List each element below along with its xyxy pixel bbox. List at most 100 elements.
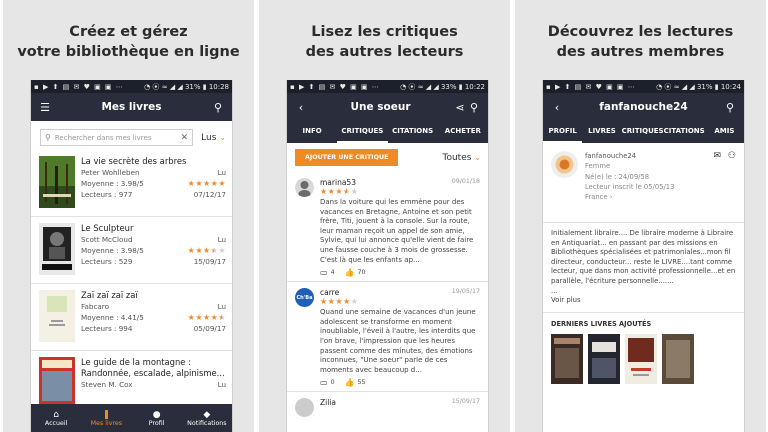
clear-icon[interactable]: ✕ (181, 133, 189, 143)
avatar (295, 178, 314, 197)
book-status: Lu (217, 168, 226, 177)
status-bar: ▪ ▶ ⬆ ▤ ✉ ♥ ▣ ▣ ⋯ ◔ ⦿ ≈ ◢ ◢ 33% ▮ 10:22 (287, 80, 488, 93)
share-icon[interactable]: ⋖ (453, 101, 467, 114)
page-title: Une soeur (350, 101, 411, 113)
chevron-down-icon: ⌄ (474, 152, 481, 162)
search-icon[interactable]: ⚲ (211, 101, 225, 114)
profile-info: fanfanouche24 Femme Né(e) le : 24/09/58 … (585, 151, 714, 216)
screenshot-panel-members: Découvrez les lectures des autres membre… (515, 0, 766, 432)
profile-gender: Femme (585, 162, 611, 171)
book-readers: Lecteurs : 529 (81, 257, 133, 266)
book-date: 15/09/17 (193, 257, 226, 266)
book-info: La vie secrète des arbres Peter Wohllebe… (81, 156, 226, 211)
list-item[interactable]: Zaï zaï zaï zaï Fabcaro Lu Moyenne : 4.41… (31, 284, 232, 351)
app-bar: ‹ fanfanouche24 ⚲ (543, 93, 744, 121)
book-status: Lu (217, 302, 226, 311)
book-cover (39, 357, 75, 409)
app-bar: ☰ Mes livres ⚲ (31, 93, 232, 121)
tab-citations[interactable]: CITATIONS (664, 121, 705, 143)
book-cover[interactable] (551, 333, 583, 384)
book-title: Le guide de la montagne : (81, 357, 191, 367)
add-friend-icon[interactable]: ⚇ (728, 151, 736, 161)
avatar: Ch'Ba (295, 288, 314, 308)
review-item[interactable]: Zilia 15/09/17 (287, 392, 488, 421)
book-average: Moyenne : 4.41/5 (81, 313, 144, 322)
review-item[interactable]: marina53 09/01/18 ★★★★★★ Dans la voiture … (287, 172, 488, 283)
search-icon[interactable]: ⚲ (467, 101, 481, 114)
status-bar: ▪ ▶ ⬆ ▤ ✉ ♥ ▣ ▣ ⋯ ◔ ⦿ ≈ ◢ ◢ 31% ▮ 10:24 (543, 80, 744, 93)
thumbs-up-icon[interactable]: 👍 (345, 378, 355, 387)
nav-my-books[interactable]: ❚ Mes livres (81, 404, 131, 432)
recent-books (543, 333, 744, 384)
tab-info[interactable]: INFO (287, 121, 337, 143)
back-arrow-icon[interactable]: ‹ (550, 101, 564, 114)
see-more-link[interactable]: Voir plus (551, 296, 736, 306)
book-title: Le Sculpteur (81, 223, 134, 233)
status-right: ◔ ⦿ ≈ ◢ ◢ 33% ▮ 10:22 (400, 82, 485, 91)
search-placeholder: Rechercher dans mes livres (54, 133, 152, 142)
search-row: ⚲ Rechercher dans mes livres ✕ Lus ⌄ (31, 121, 232, 150)
bio-text: Initialement libraire.... De libraire mo… (551, 229, 736, 285)
book-cover[interactable] (662, 333, 694, 384)
comment-icon[interactable]: ▭ (320, 378, 328, 387)
add-review-button[interactable]: AJOUTER UNE CRITIQUE (295, 149, 399, 166)
review-stats: ▭ 4 👍 70 (320, 268, 480, 277)
book-readers: Lecteurs : 977 (81, 190, 133, 199)
screenshot-panel-reviews: Lisez les critiques des autres lecteurs … (259, 0, 510, 432)
tab-livres[interactable]: LIVRES (582, 121, 621, 143)
back-arrow-icon[interactable]: ‹ (294, 101, 308, 114)
book-cover (39, 290, 75, 342)
menu-icon[interactable]: ☰ (38, 101, 52, 114)
review-date: 09/01/18 (451, 178, 480, 185)
review-item[interactable]: Ch'Ba carre 19/05/17 ★★★★★ Quand une sema… (287, 282, 488, 393)
book-title: Zaï zaï zaï zaï (81, 290, 138, 300)
filter-value: Toutes (442, 152, 472, 163)
tab-acheter[interactable]: ACHETER (438, 121, 488, 143)
profile-bio: Initialement libraire.... De libraire mo… (543, 223, 744, 313)
status-bar: ▪ ▶ ⬆ ▤ ✉ ♥ ▣ ▣ ⋯ ◔ ⦿ ≈ ◢ ◢ 31% ▮ 10:28 (31, 80, 232, 93)
tab-bar: INFO CRITIQUES CITATIONS ACHETER (287, 121, 488, 143)
review-text: Dans la voiture qui les emmène pour des … (320, 198, 474, 264)
review-user[interactable]: Zilia (320, 398, 336, 407)
nav-profile[interactable]: ● Profil (132, 404, 182, 432)
review-text: Quand une semaine de vacances d'un jeune… (320, 308, 476, 374)
tab-critiques[interactable]: CRITIQUES (622, 121, 664, 143)
home-icon: ⌂ (53, 409, 59, 420)
list-item[interactable]: Le Sculpteur Scott McCloud Lu Moyenne : 3… (31, 217, 232, 284)
avatar-text: Ch'Ba (296, 294, 313, 301)
comment-count: 0 (330, 379, 335, 387)
tab-amis[interactable]: AMIS (705, 121, 744, 143)
tab-profil[interactable]: PROFIL (543, 121, 583, 143)
book-status: Lu (217, 380, 226, 389)
search-icon[interactable]: ⚲ (723, 101, 737, 114)
books-icon: ❚ (102, 409, 111, 420)
profile-country[interactable]: France › (585, 192, 714, 202)
thumbs-up-icon[interactable]: 👍 (345, 268, 355, 277)
search-input[interactable]: ⚲ Rechercher dans mes livres ✕ (40, 129, 194, 146)
tab-citations[interactable]: CITATIONS (388, 121, 438, 143)
book-cover[interactable] (625, 333, 657, 384)
book-author: Peter Wohlleben (81, 168, 140, 177)
book-cover (39, 223, 75, 275)
review-user[interactable]: carre (320, 288, 339, 297)
nav-home[interactable]: ⌂ Accueil (31, 404, 81, 432)
tab-critiques[interactable]: CRITIQUES (337, 121, 388, 143)
rating-stars: ★★★★★ (187, 179, 226, 188)
nav-label: Accueil (44, 419, 68, 427)
filter-dropdown[interactable]: Lus ⌄ (201, 133, 226, 143)
book-author: Scott McCloud (81, 235, 133, 244)
review-user[interactable]: marina53 (320, 178, 356, 187)
comment-icon[interactable]: ▭ (320, 268, 328, 277)
profile-birthdate: Né(e) le : 24/09/58 (585, 172, 650, 181)
list-item[interactable]: La vie secrète des arbres Peter Wohllebe… (31, 150, 232, 217)
filter-dropdown[interactable]: Toutes ⌄ (442, 153, 481, 163)
rating-stars: ★★★★★★ (187, 313, 226, 322)
nav-label: Notifications (187, 419, 227, 427)
profile-name: fanfanouche24 (585, 152, 637, 160)
nav-notifications[interactable]: ◆ Notifications (182, 404, 232, 432)
mail-icon[interactable]: ✉ (714, 151, 722, 161)
book-author: Fabcaro (81, 302, 109, 311)
page-title: Mes livres (101, 101, 162, 113)
book-cover[interactable] (588, 333, 620, 384)
phone-screen: ▪ ▶ ⬆ ▤ ✉ ♥ ▣ ▣ ⋯ ◔ ⦿ ≈ ◢ ◢ 33% ▮ 10:22 … (286, 80, 489, 432)
